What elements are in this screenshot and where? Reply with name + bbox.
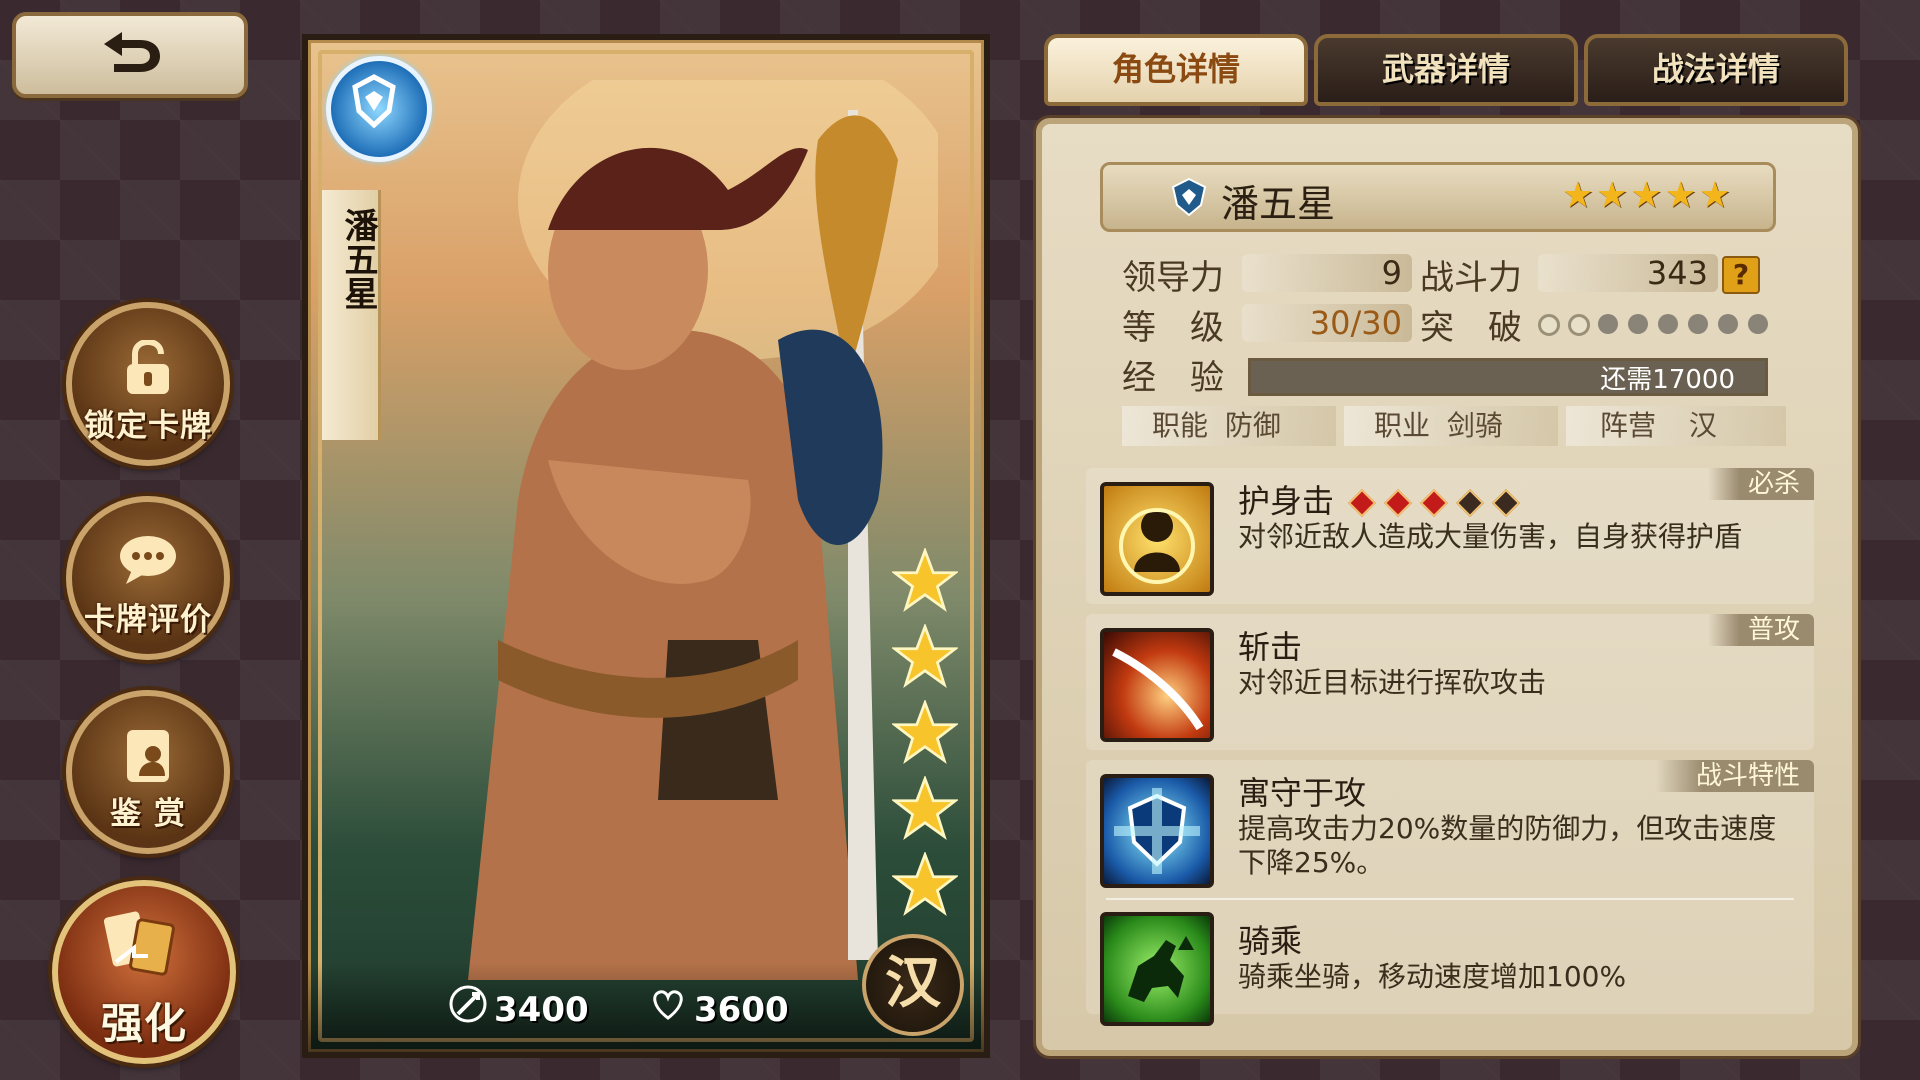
- divider: [1106, 898, 1794, 900]
- role-label: 职能: [1152, 409, 1209, 442]
- card-faction-badge: 汉: [862, 934, 964, 1036]
- skill-name: 骑乘: [1238, 922, 1303, 960]
- star-icon: [892, 624, 958, 688]
- skill-description: 提高攻击力20%数量的防御力，但攻击速度下降25%。: [1238, 812, 1777, 879]
- exp-label: 经 验: [1122, 358, 1224, 398]
- shield-strike-icon: [1100, 482, 1214, 596]
- enhance-cards-icon: [104, 911, 175, 976]
- skill-description: 骑乘坐骑，移动速度增加100%: [1238, 960, 1627, 993]
- camp-label: 阵营: [1600, 409, 1657, 442]
- tab-character-details[interactable]: 角色详情: [1044, 34, 1308, 106]
- help-button[interactable]: ?: [1722, 256, 1760, 294]
- power-label: 战斗力: [1420, 258, 1522, 298]
- breakthrough-dot-empty: [1628, 314, 1648, 334]
- star-icon: [892, 776, 958, 840]
- camp-tag: 阵营 汉: [1566, 406, 1786, 446]
- skill-level-diamond-filled: [1384, 488, 1413, 518]
- class-label: 职业: [1374, 409, 1431, 442]
- mount-ride-icon: [1100, 912, 1214, 1026]
- role-value: 防御: [1224, 409, 1281, 442]
- breakthrough-dot-empty: [1598, 314, 1618, 334]
- leadership-label: 领导力: [1122, 258, 1224, 298]
- skill-name: 护身击: [1238, 476, 1524, 522]
- card-name: 潘五星: [338, 208, 378, 310]
- character-details-panel: 潘五星 ★★★★★ 领导力 9 战斗力 343 ? 等 级 30/30 突 破 …: [1036, 118, 1858, 1056]
- skill-name: 斩击: [1238, 628, 1303, 666]
- skill-level-diamond-filled: [1420, 488, 1449, 518]
- unlock-icon: [127, 340, 169, 394]
- enhance-button[interactable]: 强化: [52, 880, 236, 1064]
- skill-level-diamond-empty: [1492, 488, 1521, 518]
- role-tag: 职能 防御: [1122, 406, 1336, 446]
- skill-description: 对邻近目标进行挥砍攻击: [1238, 666, 1547, 699]
- leadership-value: 9: [1242, 254, 1412, 292]
- back-arrow-icon: [104, 32, 160, 72]
- breakthrough-dot-empty: [1718, 314, 1738, 334]
- card-frame: [318, 50, 974, 1042]
- skill-description: 对邻近敌人造成大量伤害，自身获得护盾: [1238, 520, 1743, 553]
- back-button[interactable]: [12, 12, 248, 98]
- skill-level-diamond-empty: [1456, 488, 1485, 518]
- lock-card-button[interactable]: 锁定卡牌: [66, 302, 230, 466]
- defense-buff-icon: [1100, 774, 1214, 888]
- skill-type-badge: 战斗特性: [1655, 760, 1814, 792]
- star-icon: [892, 852, 958, 916]
- skill-level-indicator: [1344, 482, 1524, 520]
- card-attack-value: 3400: [494, 990, 589, 1030]
- star-icon: [892, 548, 958, 612]
- skill-type-badge: 必杀: [1707, 468, 1814, 500]
- portrait-card-icon: [127, 730, 169, 782]
- power-value: 343: [1538, 254, 1718, 292]
- card-review-label: 卡牌评价: [84, 602, 212, 638]
- tab-weapon-details[interactable]: 武器详情: [1314, 34, 1578, 106]
- breakthrough-dot-filled: [1538, 314, 1560, 336]
- level-value: 30/30: [1242, 304, 1412, 342]
- lock-card-label: 锁定卡牌: [84, 408, 212, 444]
- skill-item[interactable]: 斩击 对邻近目标进行挥砍攻击 普攻: [1086, 614, 1814, 750]
- character-name: 潘五星: [1221, 182, 1336, 226]
- slash-icon: [1100, 628, 1214, 742]
- breakthrough-dot-filled: [1568, 314, 1590, 336]
- sword-attack-icon: [449, 985, 487, 1023]
- camp-value: 汉: [1688, 409, 1717, 442]
- chat-bubble-icon: [120, 536, 176, 584]
- card-hp-value: 3600: [694, 990, 789, 1030]
- character-star-rating: ★★★★★: [1561, 175, 1733, 216]
- character-card: 潘五星 3400 3600 汉: [302, 34, 990, 1058]
- enhance-label: 强化: [100, 999, 187, 1048]
- breakthrough-dot-empty: [1688, 314, 1708, 334]
- card-name-plate: 潘五星: [322, 190, 381, 440]
- level-label: 等 级: [1122, 308, 1224, 348]
- appreciate-label: 鉴 赏: [110, 796, 186, 832]
- skill-type-badge: 普攻: [1707, 614, 1814, 646]
- card-review-button[interactable]: 卡牌评价: [66, 496, 230, 660]
- defense-role-icon: [1171, 177, 1207, 217]
- exp-remaining: 还需17000: [1600, 365, 1735, 395]
- skill-item[interactable]: 护身击 对邻近敌人造成大量伤害，自身获得护盾 必杀: [1086, 468, 1814, 604]
- heart-hp-icon: [653, 990, 683, 1020]
- defense-role-icon: [326, 56, 432, 162]
- character-name-bar: 潘五星 ★★★★★: [1100, 162, 1776, 232]
- breakthrough-dot-empty: [1748, 314, 1768, 334]
- battle-traits-section: 寓守于攻 提高攻击力20%数量的防御力，但攻击速度下降25%。 战斗特性 骑乘 …: [1086, 760, 1814, 1026]
- exp-bar: 还需17000: [1248, 358, 1768, 396]
- star-icon: [892, 700, 958, 764]
- tab-tactic-details[interactable]: 战法详情: [1584, 34, 1848, 106]
- class-value: 剑骑: [1446, 409, 1503, 442]
- skill-name: 寓守于攻: [1238, 774, 1367, 812]
- appreciate-button[interactable]: 鉴 赏: [66, 690, 230, 854]
- breakthrough-dot-empty: [1658, 314, 1678, 334]
- skill-level-diamond-filled: [1348, 488, 1377, 518]
- breakthrough-label: 突 破: [1420, 308, 1522, 348]
- class-tag: 职业 剑骑: [1344, 406, 1558, 446]
